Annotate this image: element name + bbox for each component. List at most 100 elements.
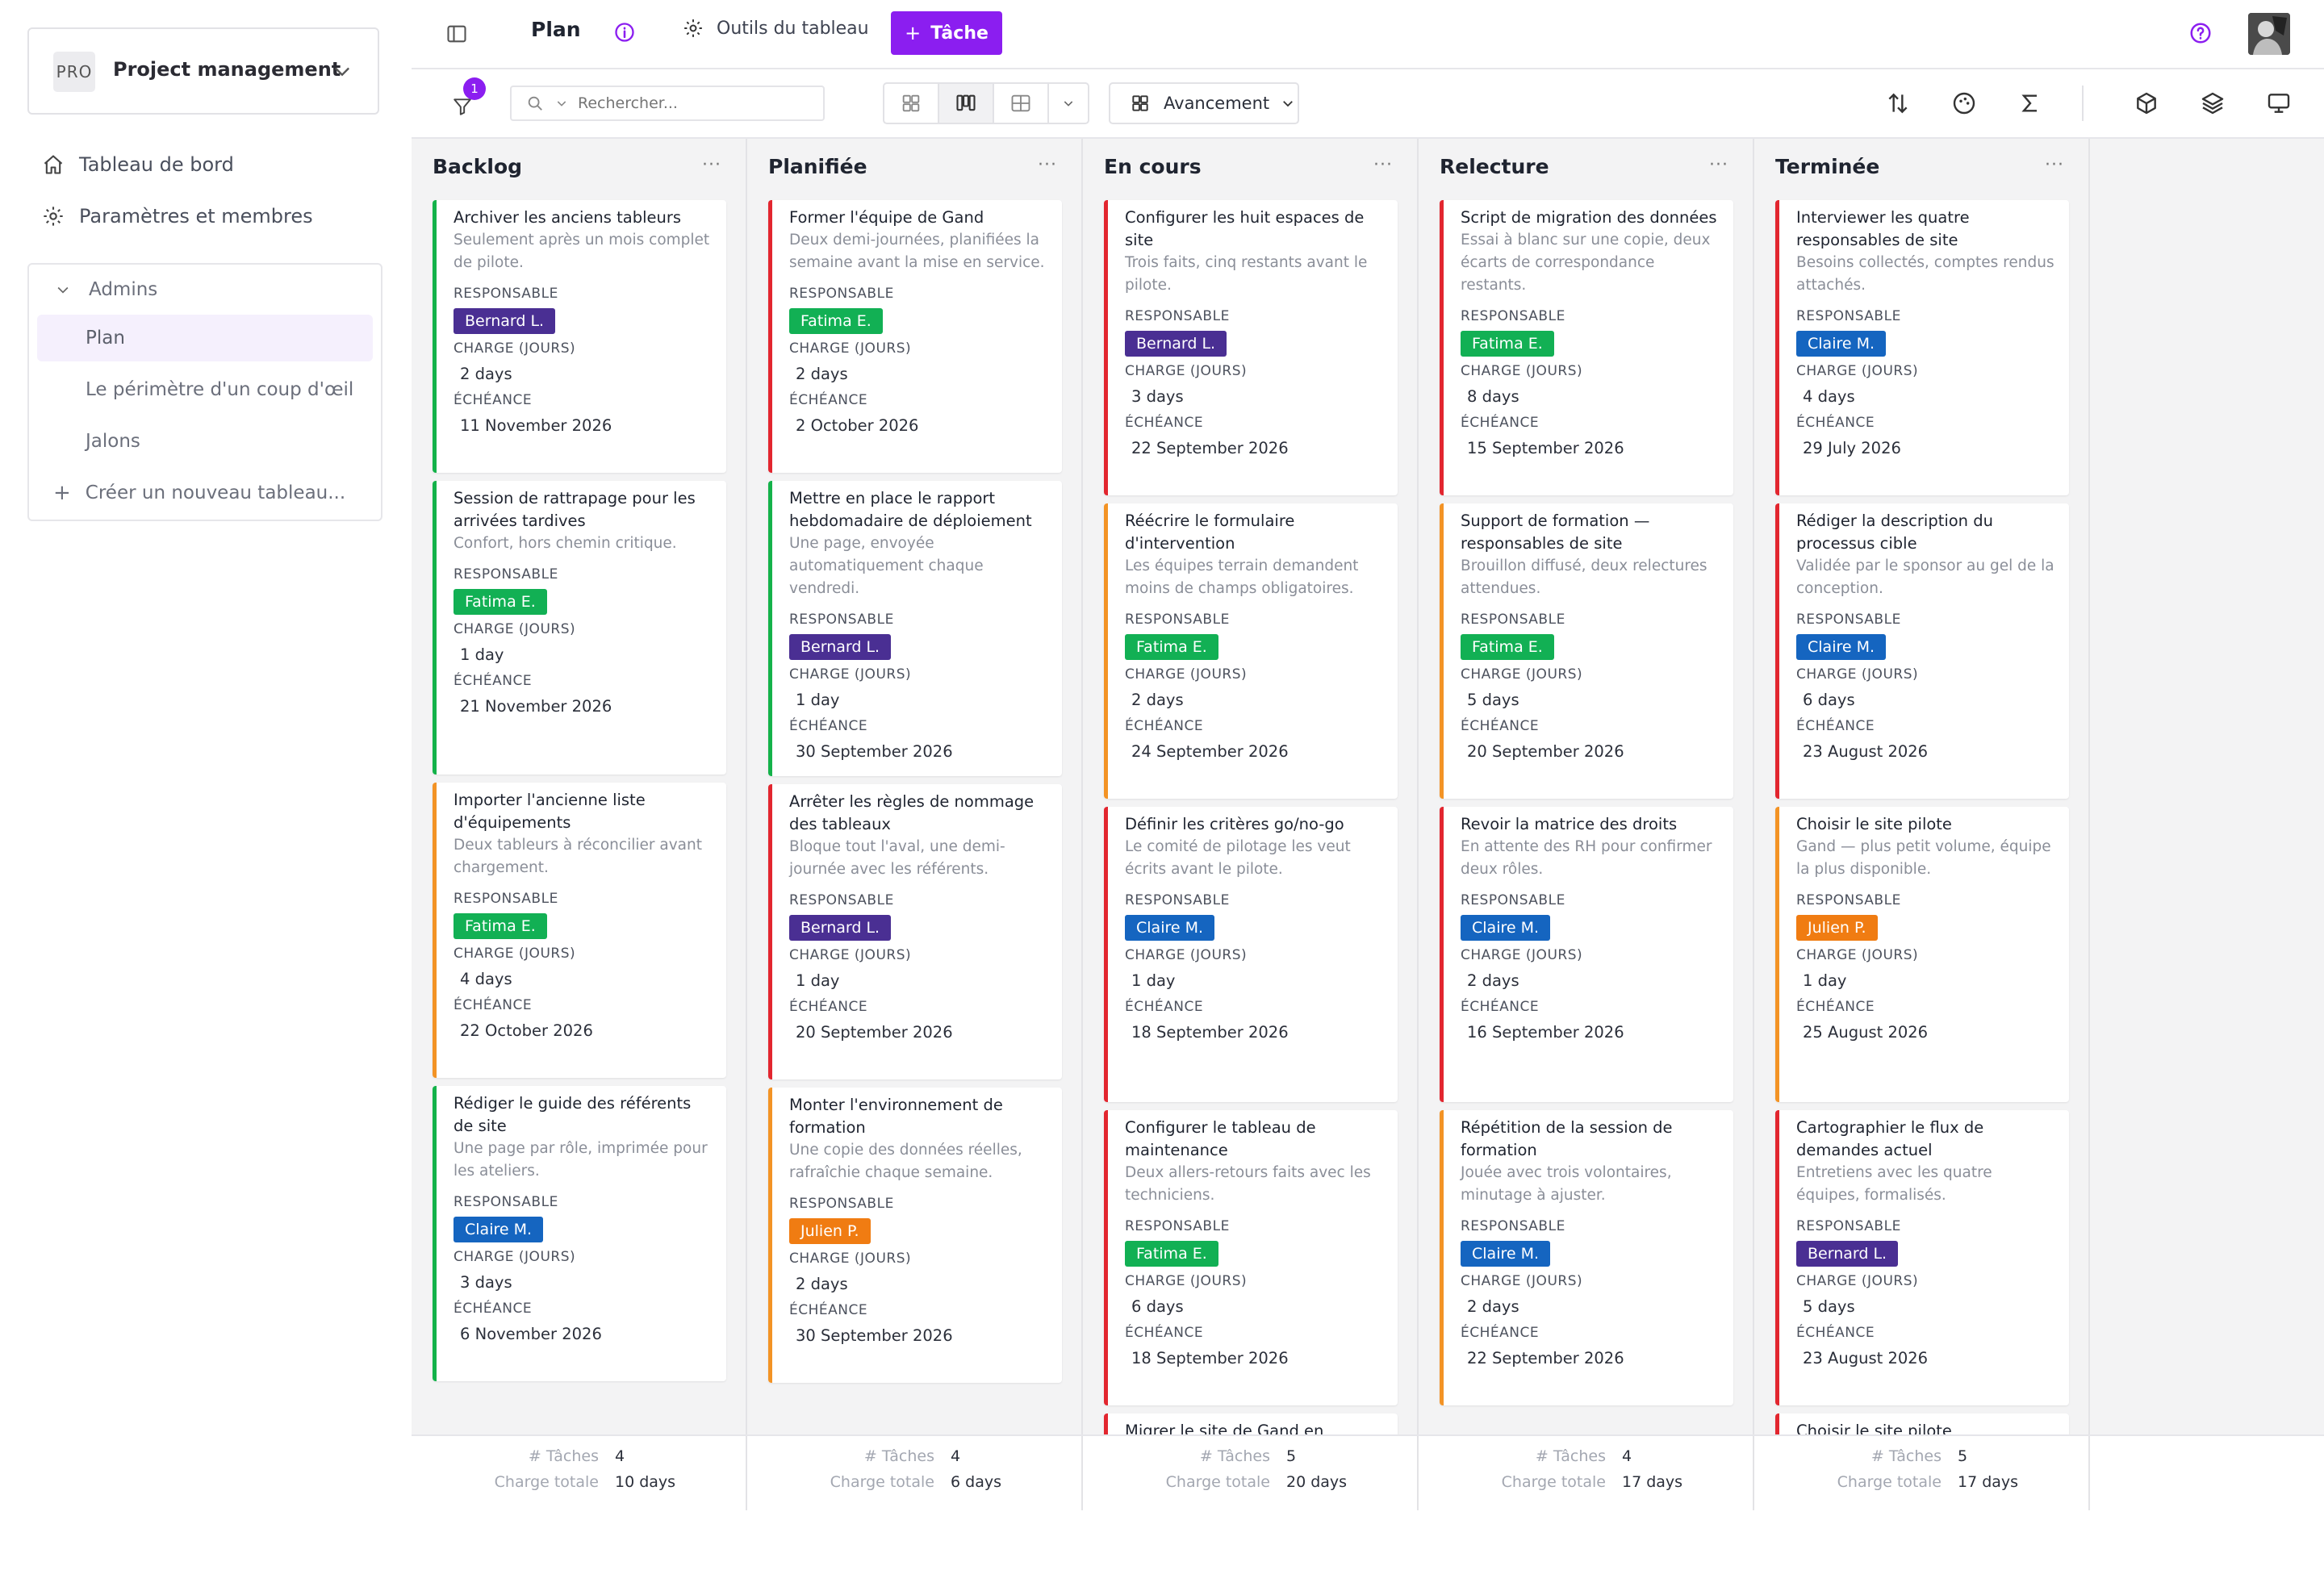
card-title: Script de migration des données	[1461, 208, 1717, 227]
due-value: 16 September 2026	[1467, 1023, 1624, 1042]
group-by-select[interactable]: Avancement	[1109, 82, 1299, 124]
owner-badge[interactable]: Fatima E.	[1461, 331, 1554, 357]
sidebar-item-plan[interactable]: Plan	[37, 315, 373, 361]
column-menu-icon[interactable]: ···	[1709, 155, 1728, 175]
task-card[interactable]: Cartographier le flux de demandes actuel…	[1775, 1110, 2069, 1405]
owner-badge[interactable]: Bernard L.	[454, 308, 556, 334]
group-toggle[interactable]: Admins	[55, 279, 157, 300]
task-card[interactable]: Script de migration des données Essai à b…	[1440, 200, 1733, 495]
home-icon	[44, 155, 63, 174]
owner-badge[interactable]: Fatima E.	[1125, 634, 1218, 660]
card-description: Une page par rôle, imprimée pour les ate…	[454, 1140, 708, 1180]
task-card[interactable]: Définir les critères go/no-go Le comité d…	[1104, 807, 1398, 1102]
sum-icon[interactable]	[2017, 90, 2043, 116]
monitor-icon[interactable]	[2266, 90, 2292, 116]
board-column: Backlog ··· Archiver les anciens tableurs S…	[412, 139, 747, 1509]
owner-badge[interactable]: Fatima E.	[1125, 1241, 1218, 1267]
info-icon[interactable]	[613, 21, 636, 44]
card-title: Cartographier le flux de demandes actuel	[1796, 1118, 1984, 1159]
owner-badge[interactable]: Bernard L.	[789, 634, 892, 660]
priority-bar	[768, 784, 772, 1079]
column-menu-icon[interactable]: ···	[702, 155, 721, 175]
create-board-button[interactable]: + Créer un nouveau tableau...	[53, 481, 345, 505]
task-card[interactable]: Configurer le tableau de maintenance Deux…	[1104, 1110, 1398, 1405]
owner-badge[interactable]: Claire M.	[1125, 915, 1215, 941]
owner-badge[interactable]: Fatima E.	[1461, 634, 1554, 660]
owner-badge[interactable]: Bernard L.	[789, 915, 892, 941]
priority-bar	[1775, 200, 1779, 495]
task-card[interactable]: Interviewer les quatre responsables de s…	[1775, 200, 2069, 495]
task-card[interactable]: Importer l'ancienne liste d'équipements D…	[433, 783, 726, 1078]
task-card[interactable]: Former l'équipe de Gand Deux demi-journée…	[768, 200, 1062, 473]
task-card[interactable]: Revoir la matrice des droits En attente d…	[1440, 807, 1733, 1102]
owner-badge[interactable]: Fatima E.	[454, 589, 547, 615]
charge-label: CHARGE (JOURS)	[1125, 666, 1248, 683]
task-card[interactable]: Rédiger le guide des référents de site Un…	[433, 1086, 726, 1381]
view-grid-button[interactable]	[884, 84, 939, 123]
cube-icon[interactable]	[2134, 90, 2159, 116]
help-icon[interactable]	[2188, 21, 2213, 45]
owner-badge[interactable]: Bernard L.	[1125, 331, 1227, 357]
task-card[interactable]: Mettre en place le rapport hebdomadaire …	[768, 481, 1062, 776]
column-summary: # Tâches 4 Charge totale 10 days	[412, 1436, 747, 1510]
search-box[interactable]	[510, 86, 825, 121]
task-card[interactable]: Réécrire le formulaire d'intervention Les…	[1104, 503, 1398, 799]
card-description: Bloque tout l'aval, une demi-journée ave…	[789, 838, 1005, 878]
charge-label: CHARGE (JOURS)	[789, 666, 912, 683]
owner-badge[interactable]: Fatima E.	[789, 308, 883, 334]
tasks-count-label: # Tâches	[1199, 1447, 1270, 1465]
card-description: Gand — plus petit volume, équipe la plus…	[1796, 838, 2051, 878]
charge-label: CHARGE (JOURS)	[1461, 947, 1583, 963]
owner-badge[interactable]: Bernard L.	[1796, 1241, 1899, 1267]
owner-badge[interactable]: Julien P.	[789, 1218, 871, 1244]
owner-label: RESPONSABLE	[1796, 612, 1901, 628]
task-card[interactable]: Monter l'environnement de formation Une c…	[768, 1088, 1062, 1383]
owner-badge[interactable]: Claire M.	[454, 1217, 544, 1242]
sidebar-item-scope[interactable]: Le périmètre d'un coup d'œil	[37, 366, 373, 413]
board-footer: # Tâches 4 Charge totale 10 days # Tâches 4 Ch…	[412, 1434, 2324, 1510]
sidebar-item-milestones[interactable]: Jalons	[37, 418, 373, 465]
nav-item-settings[interactable]: Paramètres et membres	[42, 200, 313, 232]
nav-item-dashboard[interactable]: Tableau de bord	[42, 148, 234, 181]
task-card[interactable]: Rédiger la description du processus cibl…	[1775, 503, 2069, 799]
owner-badge[interactable]: Julien P.	[1796, 915, 1878, 941]
task-card[interactable]: Choisir le site pilote Gand — plus petit …	[1775, 807, 2069, 1102]
card-title: Archiver les anciens tableurs	[454, 208, 682, 227]
board-tools-button[interactable]: Outils du tableau	[683, 18, 869, 39]
column-menu-icon[interactable]: ···	[1373, 155, 1393, 175]
due-value: 22 September 2026	[1467, 1349, 1624, 1367]
search-input[interactable]	[576, 94, 789, 113]
owner-badge[interactable]: Claire M.	[1796, 634, 1887, 660]
task-card[interactable]: Session de rattrapage pour les arrivées …	[433, 481, 726, 775]
sidebar-toggle-icon[interactable]	[445, 23, 468, 45]
charge-value: 2 days	[460, 365, 512, 383]
task-card[interactable]: Configurer les huit espaces de site Trois…	[1104, 200, 1398, 495]
owner-badge[interactable]: Claire M.	[1796, 331, 1887, 357]
project-switcher[interactable]: PRO Project management	[27, 27, 379, 115]
owner-badge[interactable]: Claire M.	[1461, 1241, 1551, 1267]
tab-plan[interactable]: Plan	[531, 18, 581, 41]
priority-bar	[1775, 1110, 1779, 1405]
avatar[interactable]	[2248, 13, 2290, 55]
sort-icon[interactable]	[1885, 90, 1911, 116]
layers-icon[interactable]	[2200, 90, 2226, 116]
card-title: Configurer le tableau de maintenance	[1125, 1118, 1316, 1159]
column-menu-icon[interactable]: ···	[2045, 155, 2064, 175]
view-more-button[interactable]	[1049, 84, 1088, 123]
task-card[interactable]: Support de formation — responsables de s…	[1440, 503, 1733, 799]
due-label: ÉCHÉANCE	[1125, 999, 1204, 1015]
task-card[interactable]: Archiver les anciens tableurs Seulement a…	[433, 200, 726, 473]
view-kanban-button[interactable]	[939, 84, 994, 123]
board-column: En cours ··· Configurer les huit espaces d…	[1083, 139, 1419, 1509]
card-title: Configurer les huit espaces de site	[1125, 208, 1365, 249]
column-menu-icon[interactable]: ···	[1038, 155, 1057, 175]
owner-badge[interactable]: Fatima E.	[454, 913, 547, 939]
task-card[interactable]: Répétition de la session de formation Jou…	[1440, 1110, 1733, 1405]
view-table-button[interactable]	[994, 84, 1049, 123]
add-task-button[interactable]: + Tâche	[891, 11, 1002, 55]
total-charge-value: 20 days	[1286, 1473, 1348, 1491]
color-palette-icon[interactable]	[1951, 90, 1977, 116]
card-description: Entretiens avec les quatre équipes, form…	[1796, 1164, 1992, 1204]
owner-badge[interactable]: Claire M.	[1461, 915, 1551, 941]
task-card[interactable]: Arrêter les règles de nommage des tablea…	[768, 784, 1062, 1079]
